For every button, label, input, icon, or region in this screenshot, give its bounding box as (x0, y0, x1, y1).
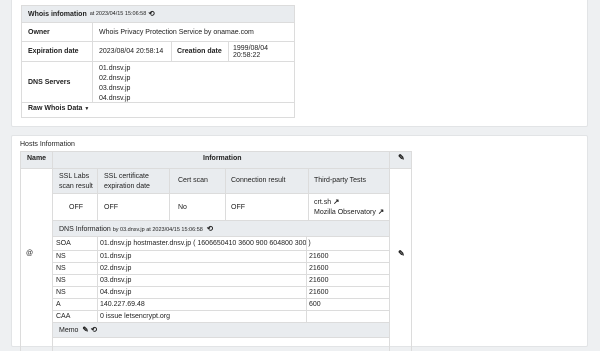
whois-card: Whois infomation at 2023/04/15 15:06:58 … (11, 0, 588, 127)
history-icon[interactable]: ⟲ (148, 10, 154, 18)
dns-server-2: 02.dnsv.jp (99, 75, 131, 82)
memo-label: Memo (59, 327, 79, 334)
dns-server-3: 03.dnsv.jp (99, 85, 131, 92)
expiration-value: 2023/08/04 20:58:14 (99, 48, 164, 55)
whois-header: Whois infomation at 2023/04/15 15:06:58 … (22, 6, 294, 23)
external-link-icon: ↗ (377, 207, 385, 216)
col-name-header: Name (27, 155, 47, 162)
owner-row: Owner Whois Privacy Protection Service b… (22, 23, 294, 42)
col-info-header: Information (203, 155, 242, 162)
dns-type: A (56, 301, 61, 308)
dns-ttl: 21600 (309, 277, 329, 284)
cert-scan-header: Cert scan (178, 177, 208, 184)
dns-ttl: 600 (309, 301, 321, 308)
creation-value: 1999/08/04 20:58:22 (233, 44, 269, 59)
dns-type: NS (56, 289, 66, 296)
whois-timestamp: at 2023/04/15 15:06:58 (89, 11, 147, 17)
dns-ttl: 21600 (309, 289, 329, 296)
host-name: @ (26, 250, 34, 257)
cert-scan-value: No (178, 204, 187, 211)
dns-value: 04.dnsv.jp (100, 289, 132, 296)
third-party-header: Third-party Tests (314, 177, 366, 184)
owner-label: Owner (28, 28, 50, 36)
memo-header: Memo ✎ ⟲ (59, 326, 97, 334)
edit-icon[interactable]: ✎ (398, 249, 405, 258)
mozilla-observatory-link[interactable]: Mozilla Observatory ↗ (314, 208, 384, 216)
crt-sh-link[interactable]: crt.sh ↗ (314, 198, 339, 206)
expiration-row: Expiration date 2023/08/04 20:58:14 Crea… (22, 42, 294, 62)
dns-servers-label: DNS Servers (28, 78, 71, 86)
hosts-section-title: Hosts Information (20, 141, 75, 148)
whois-table: Whois infomation at 2023/04/15 15:06:58 … (21, 5, 295, 118)
edit-icon[interactable]: ✎ (398, 153, 405, 162)
dns-value: 0 issue letsencrypt.org (100, 313, 171, 320)
edit-icon[interactable]: ✎ (82, 326, 88, 334)
dns-value: 01.dnsv.jp (100, 253, 132, 260)
dns-type: NS (56, 253, 66, 260)
dns-type: CAA (56, 313, 71, 320)
raw-whois-toggle[interactable]: Raw Whois Data ▼ (28, 105, 89, 112)
dns-type: NS (56, 265, 66, 272)
history-icon[interactable]: ⟲ (207, 225, 213, 233)
dns-info-header: DNS Information by 03.dnsv.jp at 2023/04… (59, 225, 213, 233)
dns-value: 02.dnsv.jp (100, 265, 132, 272)
hosts-card: Hosts Information Name Information ✎ @ ✎… (11, 135, 588, 351)
ssl-labs-value: OFF (69, 204, 83, 211)
dns-info-title: DNS Information (59, 226, 111, 233)
ssl-expiration-value: OFF (104, 204, 118, 211)
connection-result-value: OFF (231, 204, 245, 211)
dns-server-4: 04.dnsv.jp (99, 95, 131, 102)
dns-servers-row: DNS Servers 01.dnsv.jp 02.dnsv.jp 03.dns… (22, 62, 294, 103)
expiration-label: Expiration date (28, 48, 79, 55)
ssl-expiration-header: SSL certificate expiration date (104, 173, 150, 190)
dns-ttl: 21600 (309, 265, 329, 272)
history-icon[interactable]: ⟲ (91, 326, 97, 334)
dns-info-timestamp: by 03.dnsv.jp at 2023/04/15 15:06:58 (112, 227, 203, 233)
dns-ttl: 21600 (309, 253, 329, 260)
owner-value: Whois Privacy Protection Service by onam… (99, 28, 254, 36)
dns-server-1: 01.dnsv.jp (99, 65, 131, 72)
whois-title: Whois infomation (28, 10, 87, 18)
dns-value: 140.227.69.48 (100, 301, 145, 308)
caret-down-icon: ▼ (84, 106, 90, 112)
dns-value: 01.dnsv.jp hostmaster.dnsv.jp ( 16066504… (100, 240, 311, 247)
external-link-icon: ↗ (333, 197, 340, 206)
raw-whois-label[interactable]: Raw Whois Data (28, 105, 82, 112)
creation-label: Creation date (177, 48, 222, 55)
connection-result-header: Connection result (231, 177, 286, 184)
dns-type: SOA (56, 240, 71, 247)
ssl-labs-header: SSL Labs scan result (59, 173, 93, 190)
dns-value: 03.dnsv.jp (100, 277, 132, 284)
dns-type: NS (56, 277, 66, 284)
